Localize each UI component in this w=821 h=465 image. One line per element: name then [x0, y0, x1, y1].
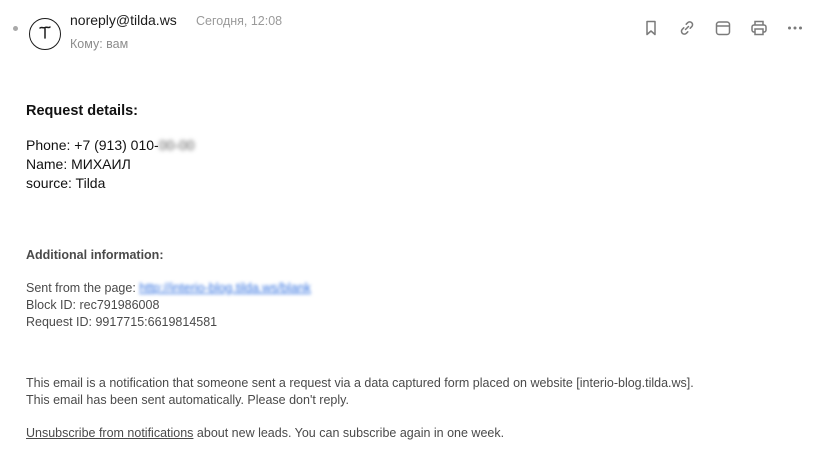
tilda-logo-icon	[35, 22, 55, 47]
unread-indicator	[13, 26, 18, 31]
link-icon	[680, 21, 694, 35]
message-toolbar	[641, 18, 805, 38]
print-button[interactable]	[749, 18, 769, 38]
add-to-calendar-button[interactable]	[713, 18, 733, 38]
print-icon	[751, 20, 767, 36]
bookmark-icon	[646, 20, 656, 36]
more-icon	[788, 26, 802, 30]
received-date: Сегодня, 12:08	[196, 14, 283, 28]
unsubscribe-text: about new leads. You can subscribe again…	[193, 426, 505, 440]
more-actions-button[interactable]	[785, 18, 805, 38]
copy-link-button[interactable]	[677, 18, 697, 38]
block-id-line: Block ID: rec791986008	[26, 298, 160, 312]
sent-from-line: Sent from the page: http://interio-blog.…	[26, 280, 806, 297]
bookmark-button[interactable]	[641, 18, 661, 38]
notification-notice: This email is a notification that someon…	[26, 375, 806, 409]
name-line: Name: МИХАИЛ	[26, 156, 131, 172]
request-id-line: Request ID: 9917715:6619814581	[26, 315, 218, 329]
additional-info: Sent from the page: http://interio-blog.…	[26, 280, 806, 331]
email-body: Request details: Phone: +7 (913) 010-00-…	[26, 103, 806, 440]
sender-address[interactable]: noreply@tilda.ws	[70, 12, 177, 28]
phone-line: Phone: +7 (913) 010-00-00	[26, 136, 806, 155]
sender-avatar[interactable]	[29, 18, 61, 50]
request-details-title: Request details:	[26, 103, 138, 119]
source-line: source: Tilda	[26, 175, 106, 191]
additional-info-title: Additional information:	[26, 248, 164, 262]
recipient-line[interactable]: Кому: вам	[70, 37, 128, 51]
notice-line-2: This email has been sent automatically. …	[26, 393, 349, 407]
unsubscribe-line: Unsubscribe from notifications about new…	[26, 426, 806, 440]
request-details: Phone: +7 (913) 010-00-00 Name: МИХАИЛ s…	[26, 136, 806, 193]
phone-hidden: 00-00	[158, 137, 195, 153]
sent-from-label: Sent from the page:	[26, 281, 140, 295]
sent-from-link[interactable]: http://interio-blog.tilda.ws/blank	[139, 281, 311, 295]
phone-label: Phone: +7 (913) 010-	[26, 137, 159, 153]
notice-line-1: This email is a notification that someon…	[26, 376, 694, 390]
unsubscribe-link[interactable]: Unsubscribe from notifications	[26, 426, 193, 440]
calendar-icon	[715, 21, 731, 36]
